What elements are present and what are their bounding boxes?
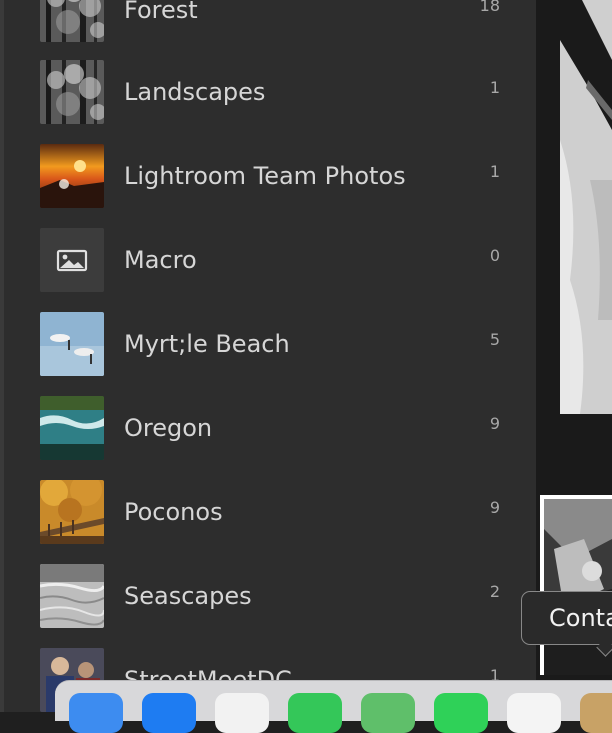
album-name: Landscapes	[124, 78, 266, 106]
album-count: 2	[489, 582, 500, 601]
facetime-icon[interactable]	[434, 693, 488, 733]
album-name: Myrt;le Beach	[124, 330, 290, 358]
album-name: Macro	[124, 246, 197, 274]
album-count: 0	[489, 246, 500, 265]
album-count: 1	[489, 78, 500, 97]
safari-icon[interactable]	[215, 693, 269, 733]
album-row-lightroom-team-photos[interactable]: Lightroom Team Photos 1	[40, 144, 500, 208]
beach-thumbnail	[40, 312, 104, 376]
messages-icon[interactable]	[288, 693, 342, 733]
mail-icon[interactable]	[142, 693, 196, 733]
album-row-forest[interactable]: Forest 18	[40, 0, 500, 42]
macos-dock	[55, 680, 612, 733]
forest-thumbnail	[40, 0, 104, 42]
album-count: 9	[489, 498, 500, 517]
album-name: Forest	[124, 0, 198, 24]
landscapes-thumbnail	[40, 60, 104, 124]
album-count: 9	[489, 414, 500, 433]
album-name: Poconos	[124, 498, 223, 526]
album-count: 5	[489, 330, 500, 349]
album-name: Oregon	[124, 414, 213, 442]
sunset-thumbnail	[40, 144, 104, 208]
sand-thumbnail	[40, 564, 104, 628]
album-row-landscapes[interactable]: Landscapes 1	[40, 60, 500, 124]
album-row-poconos[interactable]: Poconos 9	[40, 480, 500, 544]
albums-sidebar: Forest 18 Landscapes 1 Lightroom Team Ph…	[4, 0, 536, 712]
maps-icon[interactable]	[361, 693, 415, 733]
album-name: Seascapes	[124, 582, 252, 610]
main-photo[interactable]	[560, 0, 612, 414]
tooltip: Conta	[521, 591, 612, 645]
autumn-thumbnail	[40, 480, 104, 544]
album-count: 1	[489, 162, 500, 181]
album-row-seascapes[interactable]: Seascapes 2	[40, 564, 500, 628]
finder-icon[interactable]	[69, 693, 123, 733]
album-row-macro[interactable]: Macro 0	[40, 228, 500, 292]
album-row-myrtle-beach[interactable]: Myrt;le Beach 5	[40, 312, 500, 376]
album-row-oregon[interactable]: Oregon 9	[40, 396, 500, 460]
contacts-icon[interactable]	[580, 693, 612, 733]
album-name: Lightroom Team Photos	[124, 162, 406, 190]
river-thumbnail	[40, 396, 104, 460]
photos-icon[interactable]	[507, 693, 561, 733]
image-placeholder-icon	[40, 228, 104, 292]
album-count: 18	[479, 0, 500, 15]
